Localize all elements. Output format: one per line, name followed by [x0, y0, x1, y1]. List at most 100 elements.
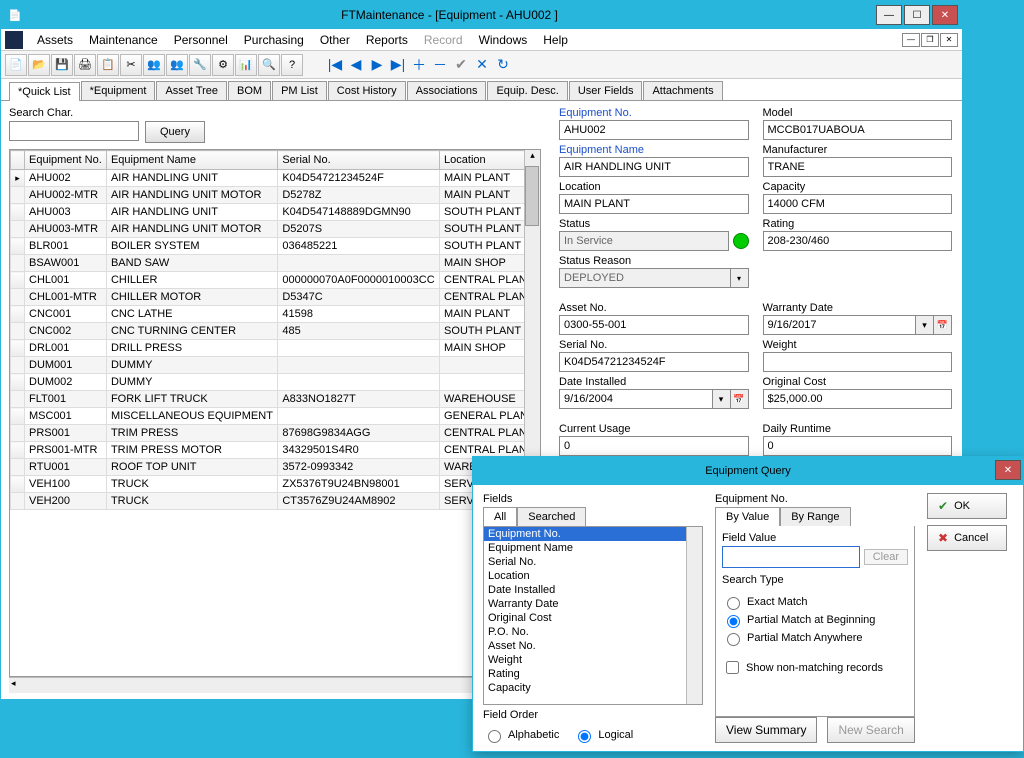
model-field[interactable] [763, 120, 953, 140]
original-cost-field[interactable] [763, 389, 953, 409]
table-row[interactable]: CNC001CNC LATHE41598MAIN PLANT [11, 306, 540, 323]
table-row[interactable]: DUM001DUMMY [11, 357, 540, 374]
table-row[interactable]: RTU001ROOF TOP UNIT3572-0993342WAREHOUSE [11, 459, 540, 476]
table-row[interactable]: VEH100TRUCKZX5376T9U24BN98001SERVIC [11, 476, 540, 493]
tab-costhistory[interactable]: Cost History [328, 81, 406, 100]
field-list-item[interactable]: Location [484, 569, 702, 583]
equipment-name-label[interactable]: Equipment Name [559, 144, 749, 156]
toolbar-btn-10[interactable]: ⚙ [212, 54, 234, 76]
field-list-item[interactable]: Equipment Name [484, 541, 702, 555]
table-row[interactable]: BLR001BOILER SYSTEM036485221SOUTH PLANT [11, 238, 540, 255]
fields-listbox[interactable]: Equipment No.Equipment NameSerial No.Loc… [483, 526, 703, 705]
tab-attachments[interactable]: Attachments [643, 81, 722, 100]
menu-personnel[interactable]: Personnel [166, 31, 236, 49]
toolbar-btn-9[interactable]: 🔧 [189, 54, 211, 76]
field-list-item[interactable]: Serial No. [484, 555, 702, 569]
date-installed-dropdown-icon[interactable]: ▾ [713, 389, 731, 409]
menu-help[interactable]: Help [535, 31, 576, 49]
scroll-thumb[interactable] [525, 166, 539, 226]
weight-field[interactable] [763, 352, 953, 372]
field-list-item[interactable]: Equipment No. [484, 527, 702, 541]
toolbar-btn-6[interactable]: ✂ [120, 54, 142, 76]
table-row[interactable]: BSAW001BAND SAWMAIN SHOP [11, 255, 540, 272]
field-list-item[interactable]: Asset No. [484, 639, 702, 653]
equipment-no-field[interactable] [559, 120, 749, 140]
capacity-field[interactable] [763, 194, 953, 214]
view-summary-button[interactable]: View Summary [715, 717, 817, 743]
show-nonmatching-checkbox[interactable]: Show non-matching records [722, 658, 908, 677]
warranty-date-field[interactable] [763, 315, 917, 335]
fields-tab-searched[interactable]: Searched [517, 507, 586, 526]
minimize-button[interactable]: — [876, 5, 902, 25]
serial-no-field[interactable] [559, 352, 749, 372]
table-row[interactable]: AHU003-MTRAIR HANDLING UNIT MOTORD5207SS… [11, 221, 540, 238]
query-button[interactable]: Query [145, 121, 205, 143]
equipment-no-label[interactable]: Equipment No. [559, 107, 749, 119]
nav-prev-icon[interactable]: ◀ [346, 54, 366, 76]
close-button[interactable]: ✕ [932, 5, 958, 25]
toolbar-btn-8[interactable]: 👥 [166, 54, 188, 76]
field-list-item[interactable]: Weight [484, 653, 702, 667]
table-row[interactable]: DRL001DRILL PRESSMAIN SHOP [11, 340, 540, 357]
menu-assets[interactable]: Assets [29, 31, 81, 49]
menu-record[interactable]: Record [416, 31, 471, 49]
mdi-close-button[interactable]: ✕ [940, 33, 958, 47]
horizontal-scrollbar[interactable] [9, 677, 541, 693]
field-order-alphabetic[interactable]: Alphabetic [483, 727, 559, 743]
grid-header[interactable]: Equipment Name [106, 151, 277, 170]
field-list-item[interactable]: Date Installed [484, 583, 702, 597]
nav-cancel-icon[interactable]: ✕ [472, 54, 492, 76]
table-row[interactable]: CNC002CNC TURNING CENTER485SOUTH PLANT [11, 323, 540, 340]
menu-reports[interactable]: Reports [358, 31, 416, 49]
nav-refresh-icon[interactable]: ↻ [493, 54, 513, 76]
rating-field[interactable] [763, 231, 953, 251]
current-usage-field[interactable] [559, 436, 749, 456]
field-list-item[interactable]: Rating [484, 667, 702, 681]
equipment-name-field[interactable] [559, 157, 749, 177]
nav-next-icon[interactable]: ▶ [367, 54, 387, 76]
date-installed-calendar-icon[interactable]: 📅 [731, 389, 749, 409]
search-input[interactable] [9, 121, 139, 141]
field-list-item[interactable]: Original Cost [484, 611, 702, 625]
toolbar-btn-3[interactable]: 💾 [51, 54, 73, 76]
menu-windows[interactable]: Windows [471, 31, 536, 49]
table-row[interactable]: PRS001-MTRTRIM PRESS MOTOR34329501S4R0CE… [11, 442, 540, 459]
tab-quicklist[interactable]: *Quick List [9, 82, 80, 101]
status-reason-dropdown-icon[interactable]: ▾ [731, 268, 749, 288]
nav-add-icon[interactable]: ＋ [409, 54, 429, 76]
menu-maintenance[interactable]: Maintenance [81, 31, 166, 49]
grid-header[interactable]: Serial No. [278, 151, 440, 170]
search-type-exact[interactable]: Exact Match [722, 594, 908, 610]
table-row[interactable]: AHU003AIR HANDLING UNITK04D547148889DGMN… [11, 204, 540, 221]
nav-last-icon[interactable]: ▶| [388, 54, 408, 76]
field-order-logical[interactable]: Logical [573, 727, 633, 743]
fields-tab-all[interactable]: All [483, 507, 517, 526]
tab-userfields[interactable]: User Fields [569, 81, 643, 100]
cancel-button[interactable]: Cancel [927, 525, 1007, 551]
fields-scrollbar[interactable] [686, 527, 702, 704]
field-list-item[interactable]: P.O. No. [484, 625, 702, 639]
toolbar-help-button[interactable]: ? [281, 54, 303, 76]
toolbar-btn-2[interactable]: 📂 [28, 54, 50, 76]
search-type-partial-any[interactable]: Partial Match Anywhere [722, 630, 908, 646]
tab-bom[interactable]: BOM [228, 81, 271, 100]
tab-associations[interactable]: Associations [407, 81, 487, 100]
warranty-date-calendar-icon[interactable]: 📅 [934, 315, 952, 335]
grid-header[interactable]: Equipment No. [25, 151, 107, 170]
new-search-button[interactable]: New Search [827, 717, 914, 743]
field-value-input[interactable] [722, 546, 860, 568]
table-row[interactable]: DUM002DUMMY [11, 374, 540, 391]
toolbar-btn-7[interactable]: 👥 [143, 54, 165, 76]
menu-other[interactable]: Other [312, 31, 358, 49]
mdi-minimize-button[interactable]: — [902, 33, 920, 47]
table-row[interactable]: AHU002-MTRAIR HANDLING UNIT MOTORD5278ZM… [11, 187, 540, 204]
location-field[interactable] [559, 194, 749, 214]
table-row[interactable]: VEH200TRUCKCT3576Z9U24AM8902SERVIC [11, 493, 540, 510]
maximize-button[interactable]: ☐ [904, 5, 930, 25]
daily-runtime-field[interactable] [763, 436, 953, 456]
dialog-close-button[interactable]: ✕ [995, 460, 1021, 480]
search-type-partial-begin[interactable]: Partial Match at Beginning [722, 612, 908, 628]
toolbar-btn-4[interactable]: 🖨 [74, 54, 96, 76]
nav-first-icon[interactable]: |◀ [325, 54, 345, 76]
field-list-item[interactable]: Capacity [484, 681, 702, 695]
